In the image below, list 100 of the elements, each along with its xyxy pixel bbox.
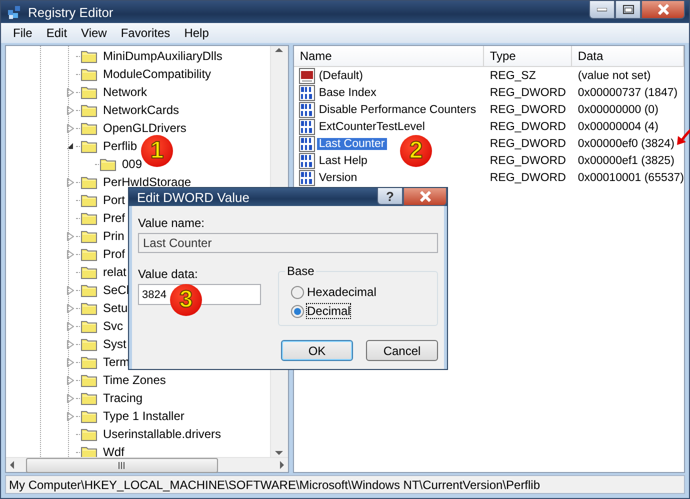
folder-icon (81, 355, 97, 369)
value-data: 0x00000ef1 (3825) (578, 154, 674, 166)
tree-item[interactable]: Tracing (101, 391, 145, 405)
folder-icon (81, 409, 97, 423)
tree-item[interactable]: Pref (101, 211, 128, 225)
tree-item[interactable]: PerHwIdStorage (101, 175, 194, 189)
menu-item[interactable]: Edit (40, 24, 74, 42)
value-data: 0x00000737 (1847) (578, 86, 678, 98)
dialog-button[interactable]: OK (281, 340, 353, 361)
value-data: 0x00000ef0 (3824) (578, 138, 674, 150)
menu-item[interactable]: View (75, 24, 113, 42)
value-type: REG_DWORD (490, 86, 566, 98)
tree-item[interactable]: Userinstallable.drivers (101, 427, 224, 441)
maximize-icon (622, 5, 634, 14)
tree-item[interactable]: NetworkCards (101, 103, 182, 117)
minimize-button[interactable] (589, 1, 615, 19)
string-value-icon (298, 68, 315, 84)
expand-icon[interactable] (66, 250, 74, 258)
scroll-up-icon[interactable] (275, 46, 284, 54)
expand-icon[interactable] (66, 124, 74, 132)
value-name[interactable]: (Default) (316, 70, 365, 82)
value-type: REG_DWORD (490, 172, 566, 184)
binary-value-icon (298, 84, 315, 100)
menu-item[interactable]: Help (178, 24, 215, 42)
tree-item[interactable]: MiniDumpAuxiliaryDlls (101, 49, 224, 63)
expand-icon[interactable] (66, 88, 74, 96)
tree-item[interactable]: Svc (101, 319, 126, 333)
dialog-button[interactable]: Cancel (366, 340, 438, 361)
expand-icon[interactable] (66, 304, 74, 312)
tree-item[interactable]: Syst (101, 337, 128, 351)
expand-icon[interactable] (66, 106, 74, 114)
value-name[interactable]: Disable Performance Counters (316, 104, 478, 116)
folder-icon (81, 175, 97, 189)
tree-item[interactable]: SeCl (101, 283, 132, 297)
radio-label[interactable]: Hexadecimal (307, 285, 376, 299)
folder-icon (81, 427, 97, 441)
folder-icon (81, 373, 97, 387)
tree-item[interactable]: relat (101, 265, 128, 279)
tree-item[interactable]: Prin (101, 229, 126, 243)
binary-value-icon (298, 102, 315, 118)
menu-item[interactable]: Favorites (114, 24, 176, 42)
tree-item[interactable]: ModuleCompatibility (101, 67, 214, 81)
folder-icon (81, 193, 97, 207)
value-type: REG_DWORD (490, 104, 566, 116)
expand-icon[interactable] (66, 322, 74, 330)
collapse-icon[interactable] (67, 143, 73, 149)
column-header[interactable]: Name (294, 46, 484, 66)
expand-icon[interactable] (66, 412, 74, 420)
scroll-right-icon[interactable] (278, 461, 286, 469)
value-data: (value not set) (578, 70, 651, 82)
tree-item[interactable]: Wdf (101, 445, 126, 457)
folder-icon (81, 67, 97, 81)
close-button[interactable] (641, 1, 685, 19)
folder-icon (81, 49, 97, 63)
tree-item[interactable]: Setu (101, 301, 130, 315)
binary-value-icon (298, 152, 315, 168)
column-header[interactable]: Type (484, 46, 572, 66)
value-name[interactable]: Last Counter (316, 138, 387, 150)
folder-icon (81, 301, 97, 315)
expand-icon[interactable] (66, 178, 74, 186)
expand-icon[interactable] (66, 376, 74, 384)
grip-icon (118, 462, 126, 468)
value-data: 0x00010001 (65537) (578, 172, 684, 184)
value-name[interactable]: Version (316, 172, 360, 184)
value-data: 0x00000000 (0) (578, 104, 658, 116)
expand-icon[interactable] (66, 232, 74, 240)
field-label: Value name: (138, 216, 206, 230)
menu-item[interactable]: File (7, 24, 38, 42)
folder-icon (81, 247, 97, 261)
tree-item[interactable]: Type 1 Installer (101, 409, 186, 423)
expand-icon[interactable] (66, 340, 74, 348)
value-type: REG_DWORD (490, 154, 566, 166)
scroll-left-icon[interactable] (8, 461, 16, 469)
tree-item[interactable]: Prof (101, 247, 128, 261)
help-button[interactable]: ? (377, 188, 403, 205)
radio-button[interactable] (291, 286, 304, 298)
radio-label[interactable]: Decimal (307, 304, 350, 318)
tree-item[interactable]: Network (101, 85, 150, 99)
value-type: REG_DWORD (490, 120, 566, 132)
expand-icon[interactable] (66, 394, 74, 402)
value-name-field[interactable]: Last Counter (138, 233, 438, 253)
tree-item[interactable]: Port (101, 193, 128, 207)
expand-icon[interactable] (66, 358, 74, 366)
folder-icon (81, 391, 97, 405)
value-name[interactable]: Base Index (316, 86, 378, 98)
column-header[interactable]: Data (572, 46, 684, 66)
value-name[interactable]: ExtCounterTestLevel (316, 120, 427, 132)
folder-icon (81, 121, 97, 135)
maximize-button[interactable] (615, 1, 641, 19)
expand-icon[interactable] (66, 286, 74, 294)
horizontal-scrollbar[interactable] (6, 457, 288, 472)
tree-item[interactable]: Perflib (101, 139, 140, 153)
tree-item[interactable]: OpenGLDrivers (101, 121, 188, 135)
close-button[interactable] (403, 188, 447, 206)
folder-icon (81, 211, 97, 225)
radio-button[interactable] (291, 304, 304, 318)
tree-item[interactable]: Time Zones (101, 373, 168, 387)
value-name[interactable]: Last Help (316, 154, 370, 166)
scroll-thumb[interactable] (26, 458, 218, 472)
value-type: REG_SZ (490, 70, 536, 82)
